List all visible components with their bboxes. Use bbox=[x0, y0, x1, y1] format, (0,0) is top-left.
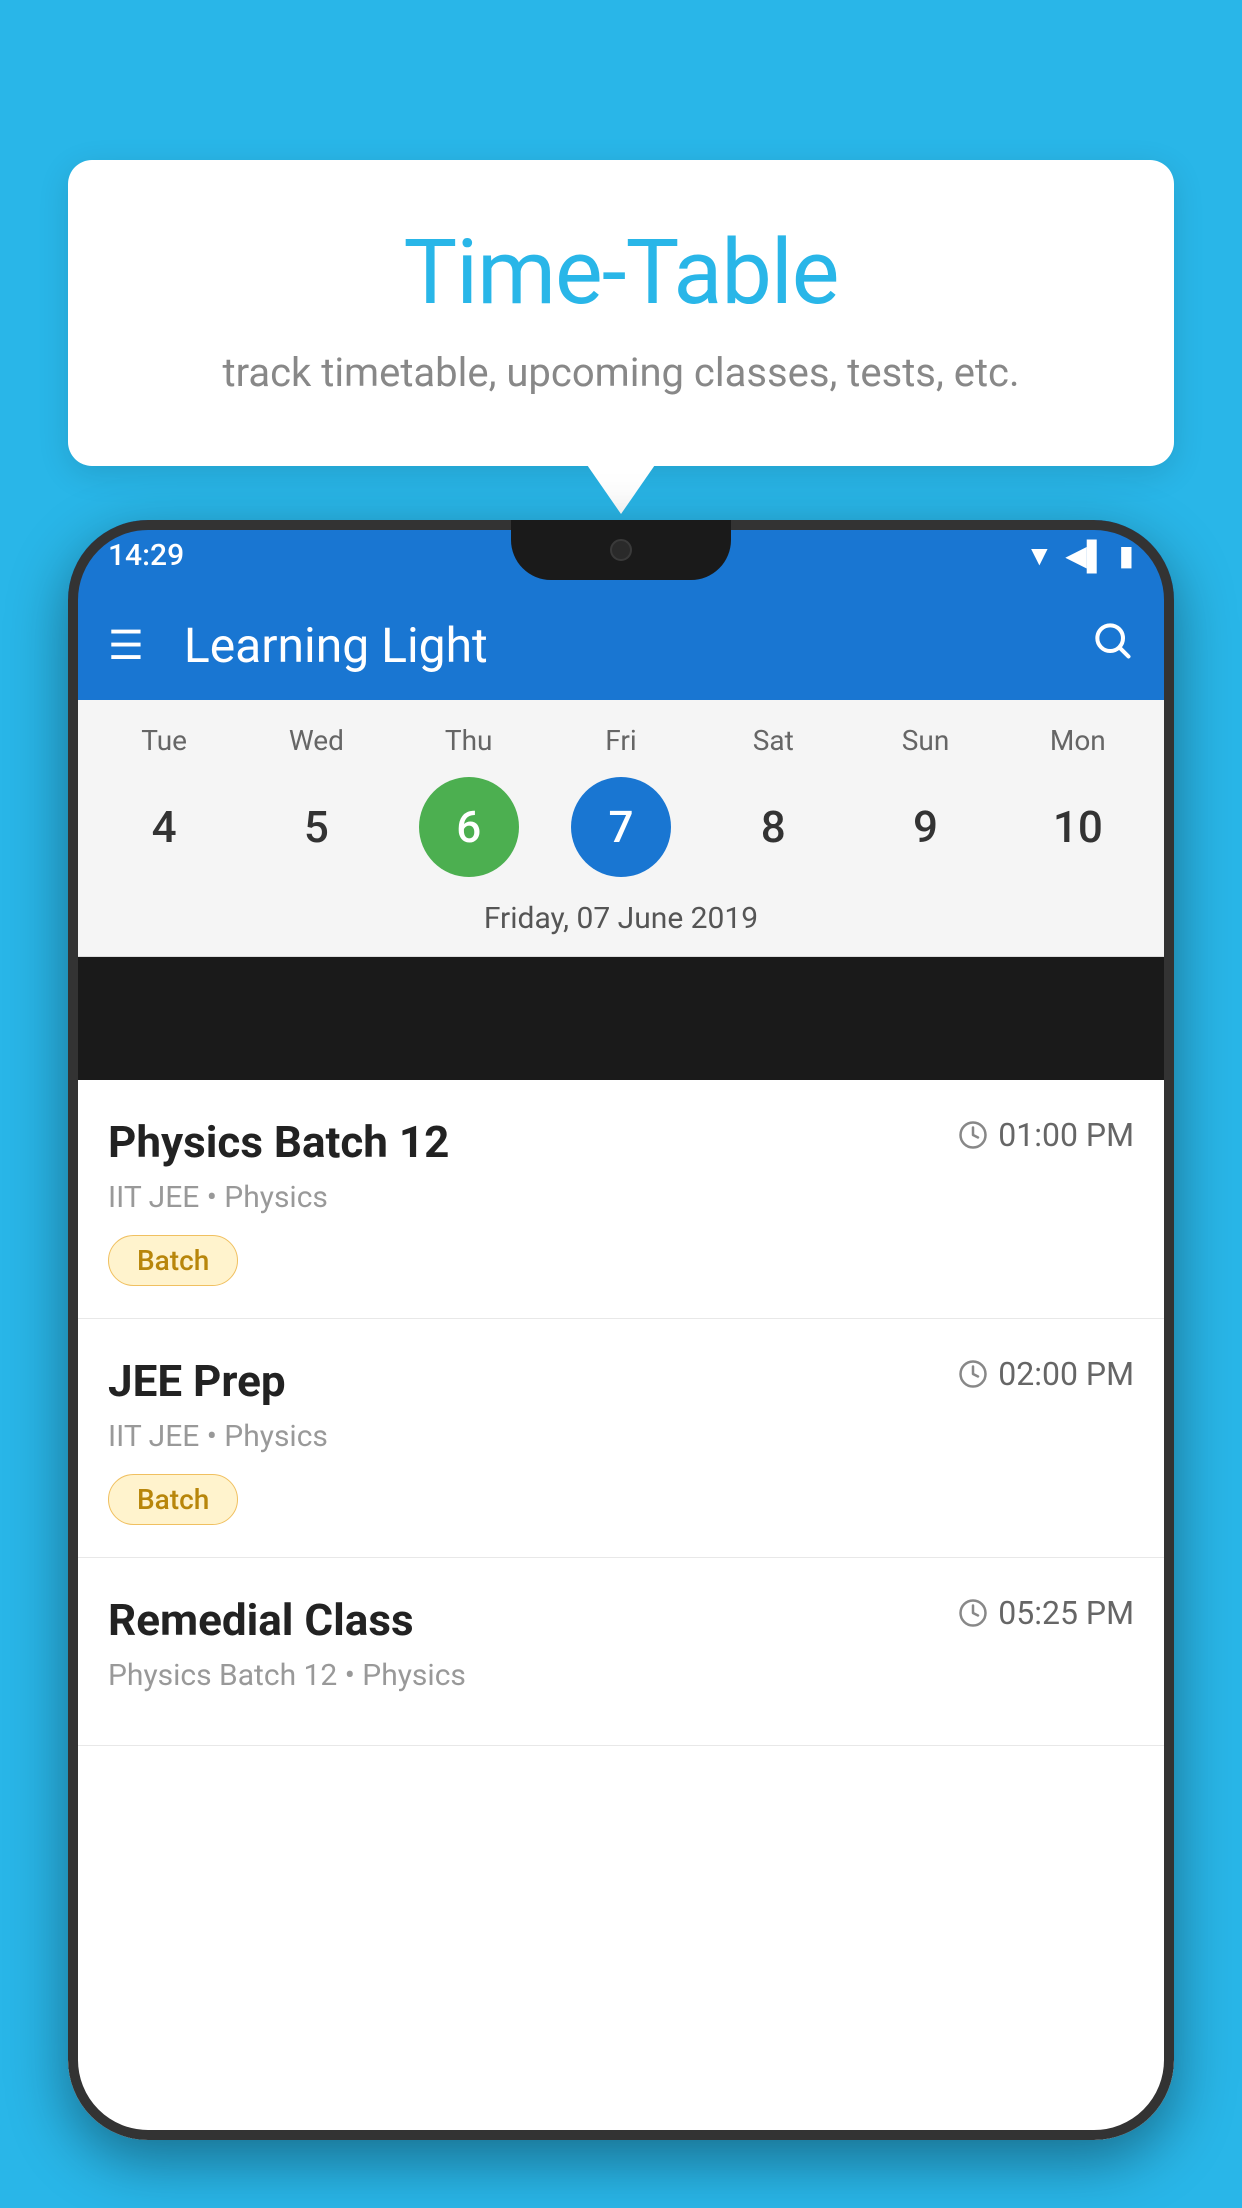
tooltip-card: Time-Table track timetable, upcoming cla… bbox=[68, 160, 1174, 466]
date-7-selected[interactable]: 7 bbox=[571, 777, 671, 877]
tooltip-subtitle: track timetable, upcoming classes, tests… bbox=[148, 349, 1094, 396]
schedule-item-1-time: 02:00 PM bbox=[958, 1355, 1134, 1393]
calendar-dates: 4 5 6 7 8 9 10 bbox=[68, 769, 1174, 893]
schedule-item-0-header: Physics Batch 12 01:00 PM bbox=[108, 1116, 1134, 1168]
schedule-list: Physics Batch 12 01:00 PM IIT JEE • Phys… bbox=[68, 1080, 1174, 2140]
day-label-wed: Wed bbox=[266, 724, 366, 757]
day-label-thu: Thu bbox=[419, 724, 519, 757]
camera bbox=[610, 539, 632, 561]
date-9[interactable]: 9 bbox=[876, 777, 976, 877]
date-10[interactable]: 10 bbox=[1028, 777, 1128, 877]
selected-date-label: Friday, 07 June 2019 bbox=[68, 893, 1174, 957]
date-8[interactable]: 8 bbox=[723, 777, 823, 877]
battery-icon: ▮ bbox=[1119, 539, 1134, 572]
app-title: Learning Light bbox=[184, 617, 1090, 674]
phone-container: 14:29 ▼ ◀▌ ▮ ☰ Learning Light Tue Wed bbox=[68, 520, 1174, 2208]
calendar-days-header: Tue Wed Thu Fri Sat Sun Mon bbox=[68, 700, 1174, 769]
schedule-item-1-header: JEE Prep 02:00 PM bbox=[108, 1355, 1134, 1407]
phone-frame: 14:29 ▼ ◀▌ ▮ ☰ Learning Light Tue Wed bbox=[68, 520, 1174, 2140]
app-bar: ☰ Learning Light bbox=[68, 590, 1174, 700]
hamburger-icon[interactable]: ☰ bbox=[108, 622, 144, 669]
search-icon[interactable] bbox=[1090, 618, 1134, 673]
calendar-section: Tue Wed Thu Fri Sat Sun Mon 4 5 6 7 8 9 … bbox=[68, 700, 1174, 957]
date-6-today[interactable]: 6 bbox=[419, 777, 519, 877]
day-label-sun: Sun bbox=[876, 724, 976, 757]
signal-icon: ◀▌ bbox=[1065, 539, 1106, 572]
date-5[interactable]: 5 bbox=[266, 777, 366, 877]
day-label-tue: Tue bbox=[114, 724, 214, 757]
tooltip-title: Time-Table bbox=[148, 220, 1094, 325]
schedule-item-2[interactable]: Remedial Class 05:25 PM Physics Batch 12… bbox=[68, 1558, 1174, 1746]
batch-badge-0: Batch bbox=[108, 1235, 238, 1286]
notch bbox=[511, 520, 731, 580]
clock-icon-2 bbox=[958, 1598, 988, 1628]
schedule-item-1-subtitle: IIT JEE • Physics bbox=[108, 1419, 1134, 1454]
day-label-mon: Mon bbox=[1028, 724, 1128, 757]
schedule-item-2-time: 05:25 PM bbox=[958, 1594, 1134, 1632]
schedule-item-0-subtitle: IIT JEE • Physics bbox=[108, 1180, 1134, 1215]
wifi-icon: ▼ bbox=[1025, 539, 1053, 572]
clock-icon-0 bbox=[958, 1120, 988, 1150]
date-4[interactable]: 4 bbox=[114, 777, 214, 877]
day-label-fri: Fri bbox=[571, 724, 671, 757]
status-icons: ▼ ◀▌ ▮ bbox=[1025, 539, 1134, 572]
schedule-item-1[interactable]: JEE Prep 02:00 PM IIT JEE • Physics Batc… bbox=[68, 1319, 1174, 1558]
batch-badge-1: Batch bbox=[108, 1474, 238, 1525]
clock-icon-1 bbox=[958, 1359, 988, 1389]
schedule-item-0-time: 01:00 PM bbox=[958, 1116, 1134, 1154]
schedule-item-2-title: Remedial Class bbox=[108, 1594, 414, 1646]
schedule-item-0-title: Physics Batch 12 bbox=[108, 1116, 449, 1168]
day-label-sat: Sat bbox=[723, 724, 823, 757]
status-time: 14:29 bbox=[108, 538, 184, 573]
schedule-item-2-subtitle: Physics Batch 12 • Physics bbox=[108, 1658, 1134, 1693]
schedule-item-2-header: Remedial Class 05:25 PM bbox=[108, 1594, 1134, 1646]
schedule-item-0[interactable]: Physics Batch 12 01:00 PM IIT JEE • Phys… bbox=[68, 1080, 1174, 1319]
schedule-item-1-title: JEE Prep bbox=[108, 1355, 286, 1407]
